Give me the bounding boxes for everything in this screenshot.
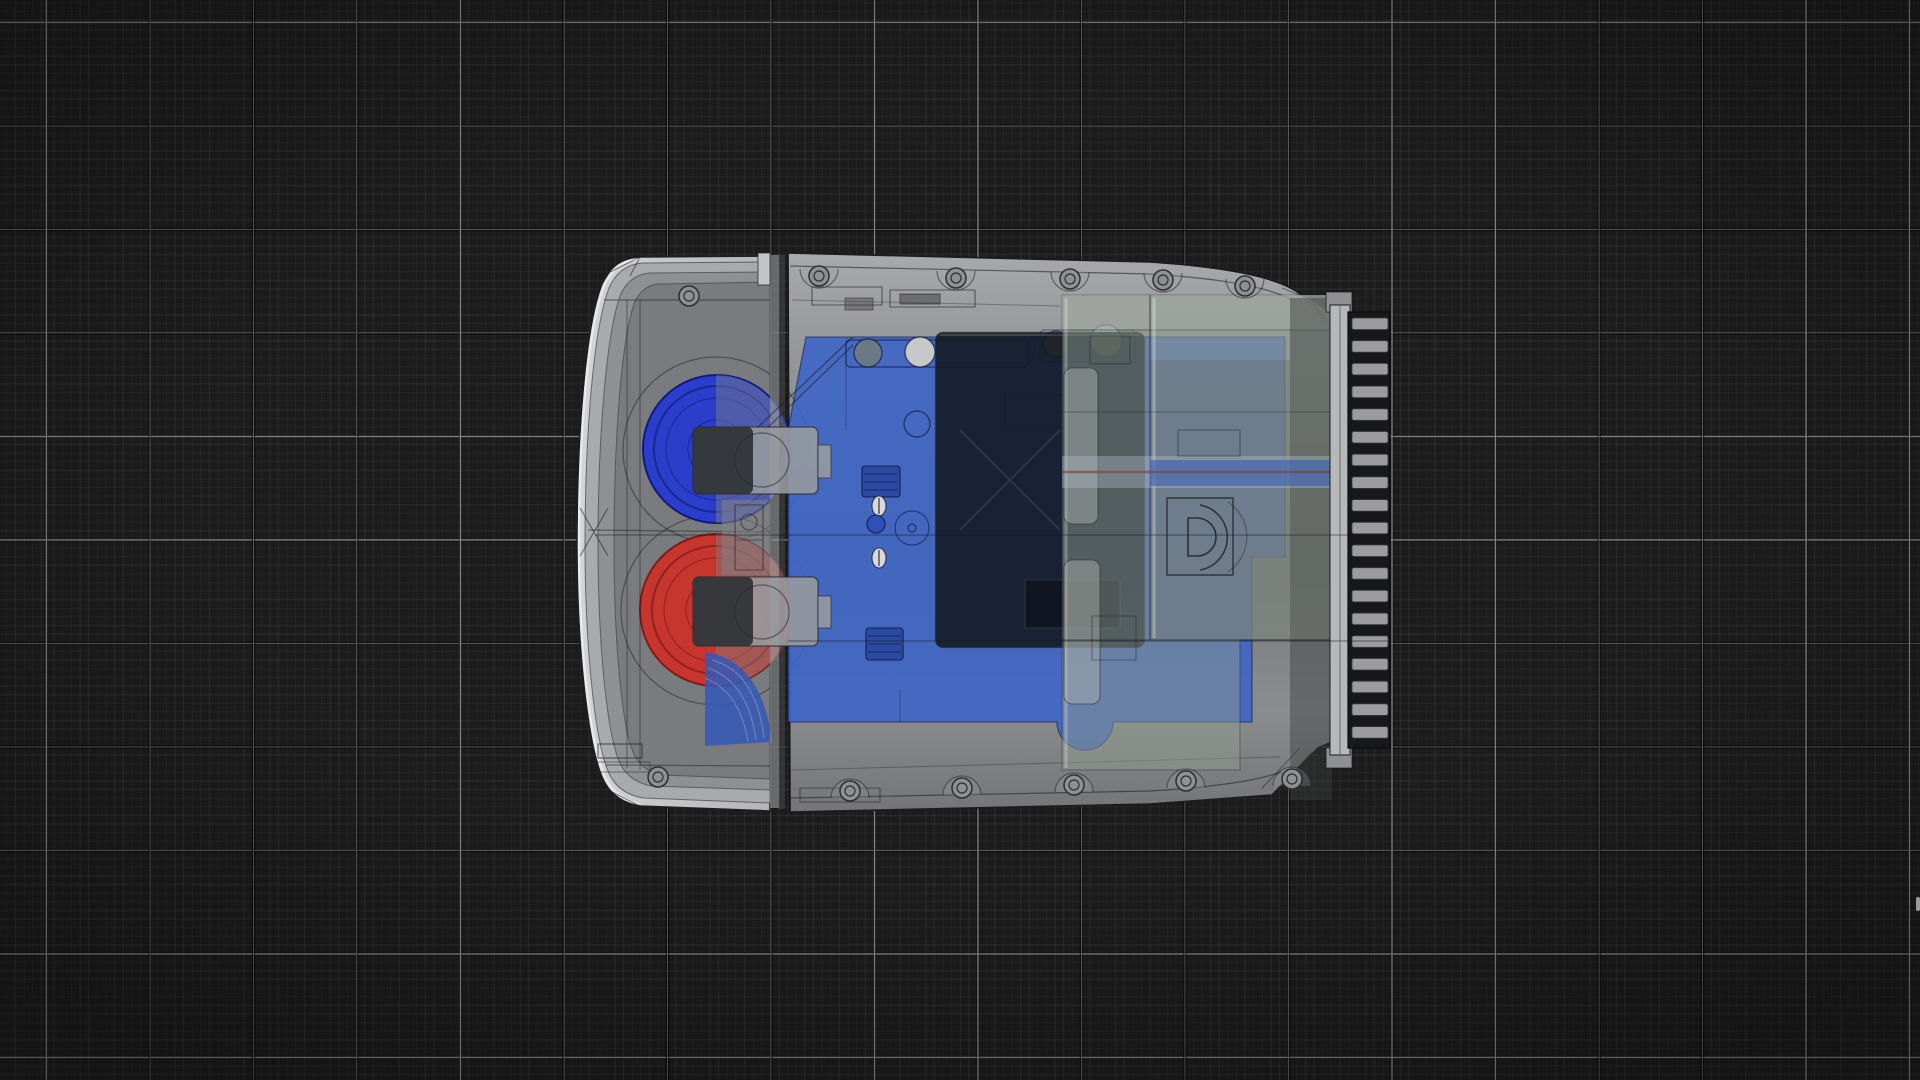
shell-seam bbox=[770, 253, 790, 812]
plate-screw bbox=[872, 496, 886, 516]
motor-box-rear[interactable] bbox=[693, 577, 831, 646]
capacitor bbox=[866, 628, 903, 660]
plate-knob bbox=[867, 515, 885, 533]
device-model[interactable] bbox=[0, 0, 1920, 1080]
motor-box-front[interactable] bbox=[693, 427, 831, 494]
focus-gear[interactable] bbox=[1348, 312, 1390, 748]
viewport-canvas[interactable] bbox=[0, 0, 1920, 1080]
capacitor bbox=[862, 466, 900, 497]
lens-barrel[interactable] bbox=[1062, 295, 1340, 800]
plate-screw bbox=[872, 548, 886, 568]
axle-band bbox=[1062, 456, 1340, 488]
seam-tab bbox=[758, 253, 770, 285]
wheel-pocket-detail bbox=[722, 500, 770, 575]
scrollbar-thumb[interactable] bbox=[1916, 897, 1920, 911]
